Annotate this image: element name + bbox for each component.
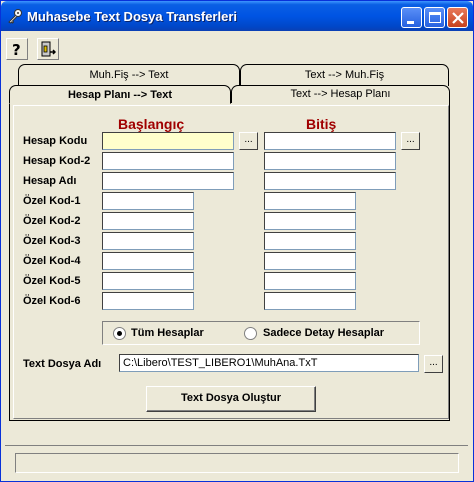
label-ozel-kod-5: Özel Kod-5 xyxy=(23,275,81,287)
tab-label: Text --> Hesap Planı xyxy=(290,88,391,100)
hesap-kodu-start-input[interactable] xyxy=(102,132,234,150)
hesap-kodu-end-browse-button[interactable]: ... xyxy=(401,132,420,150)
label-ozel-kod-1: Özel Kod-1 xyxy=(23,195,81,207)
exit-door-icon xyxy=(41,41,56,57)
file-browse-button[interactable]: ... xyxy=(424,355,443,373)
ozel-kod-3-start-input[interactable] xyxy=(102,232,194,250)
label-text-dosya-adi: Text Dosya Adı xyxy=(23,358,102,370)
end-header: Bitiş xyxy=(306,116,337,132)
exit-button[interactable] xyxy=(37,38,59,60)
tab-hesap-plani-to-text[interactable]: Hesap Planı --> Text xyxy=(9,85,231,104)
divider xyxy=(5,445,468,446)
label-hesap-kod-2: Hesap Kod-2 xyxy=(23,155,91,167)
ozel-kod-1-end-input[interactable] xyxy=(264,192,356,210)
svg-text:?: ? xyxy=(12,41,21,57)
radio-sadece-detay-hesaplar[interactable] xyxy=(244,327,257,340)
ozel-kod-6-start-input[interactable] xyxy=(102,292,194,310)
label-ozel-kod-4: Özel Kod-4 xyxy=(23,255,81,267)
label-ozel-kod-2: Özel Kod-2 xyxy=(23,215,81,227)
file-path-input[interactable]: C:\Libero\TEST_LIBERO1\MuhAna.TxT xyxy=(119,354,419,372)
radio-selected-dot xyxy=(117,331,122,336)
ozel-kod-2-start-input[interactable] xyxy=(102,212,194,230)
hesap-adi-start-input[interactable] xyxy=(102,172,234,190)
tab-label: Hesap Planı --> Text xyxy=(67,89,173,101)
hesap-adi-end-input[interactable] xyxy=(264,172,396,190)
radio-tum-hesaplar[interactable] xyxy=(113,327,126,340)
status-bar xyxy=(15,453,459,473)
hesap-kod-2-start-input[interactable] xyxy=(102,152,234,170)
tab-label: Text --> Muh.Fiş xyxy=(304,69,385,81)
radio-label-sadece-detay-hesaplar[interactable]: Sadece Detay Hesaplar xyxy=(263,327,384,339)
window-title: Muhasebe Text Dosya Transferleri xyxy=(27,9,238,24)
key-icon xyxy=(7,8,23,24)
close-icon xyxy=(452,12,464,24)
start-header: Başlangıç xyxy=(118,116,185,132)
label-ozel-kod-3: Özel Kod-3 xyxy=(23,235,81,247)
main-window: Muhasebe Text Dosya Transferleri ? Muh.F… xyxy=(0,0,474,482)
ozel-kod-1-start-input[interactable] xyxy=(102,192,194,210)
ozel-kod-3-end-input[interactable] xyxy=(264,232,356,250)
maximize-button[interactable] xyxy=(424,7,445,28)
question-mark-icon: ? xyxy=(12,41,21,57)
minimize-icon xyxy=(407,21,414,24)
maximize-icon xyxy=(429,12,441,23)
close-button[interactable] xyxy=(447,7,468,28)
radio-label-tum-hesaplar[interactable]: Tüm Hesaplar xyxy=(131,327,204,339)
tab-text-to-hesap-plani[interactable]: Text --> Hesap Planı xyxy=(231,85,450,103)
create-text-file-button[interactable]: Text Dosya Oluştur xyxy=(146,386,316,412)
help-button[interactable]: ? xyxy=(6,38,28,60)
hesap-kod-2-end-input[interactable] xyxy=(264,152,396,170)
ozel-kod-5-end-input[interactable] xyxy=(264,272,356,290)
tab-label: Muh.Fiş --> Text xyxy=(89,69,169,81)
ozel-kod-5-start-input[interactable] xyxy=(102,272,194,290)
tab-text-to-muh-fis[interactable]: Text --> Muh.Fiş xyxy=(240,64,449,86)
title-bar[interactable]: Muhasebe Text Dosya Transferleri xyxy=(1,1,473,31)
hesap-kodu-end-input[interactable] xyxy=(264,132,396,150)
hesap-kodu-start-browse-button[interactable]: ... xyxy=(239,132,258,150)
label-hesap-adi: Hesap Adı xyxy=(23,175,77,187)
label-hesap-kodu: Hesap Kodu xyxy=(23,135,88,147)
tab-muh-fis-to-text[interactable]: Muh.Fiş --> Text xyxy=(18,64,240,86)
ozel-kod-4-end-input[interactable] xyxy=(264,252,356,270)
minimize-button[interactable] xyxy=(401,7,422,28)
ozel-kod-2-end-input[interactable] xyxy=(264,212,356,230)
ozel-kod-6-end-input[interactable] xyxy=(264,292,356,310)
ozel-kod-4-start-input[interactable] xyxy=(102,252,194,270)
label-ozel-kod-6: Özel Kod-6 xyxy=(23,295,81,307)
